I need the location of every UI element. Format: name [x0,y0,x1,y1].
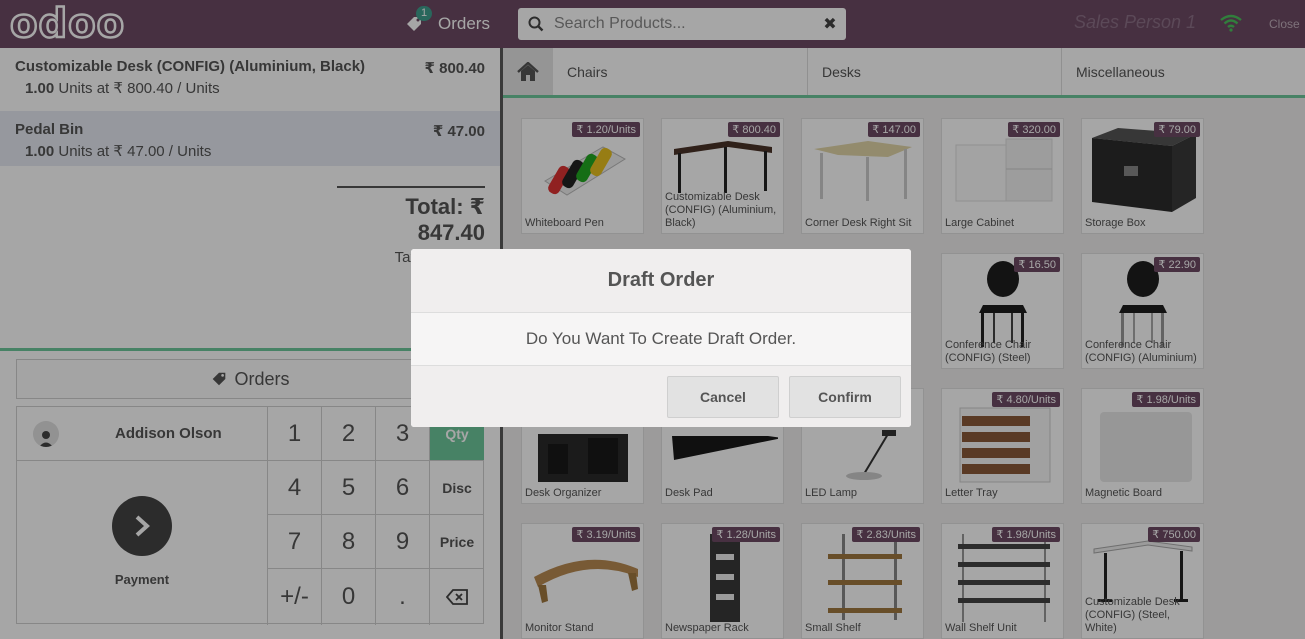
confirm-button[interactable]: Confirm [789,376,901,418]
dialog-footer: Cancel Confirm [411,366,911,427]
cancel-button[interactable]: Cancel [667,376,779,418]
dialog-title: Draft Order [411,249,911,313]
draft-order-dialog: Draft Order Do You Want To Create Draft … [411,249,911,427]
dialog-message: Do You Want To Create Draft Order. [411,313,911,366]
